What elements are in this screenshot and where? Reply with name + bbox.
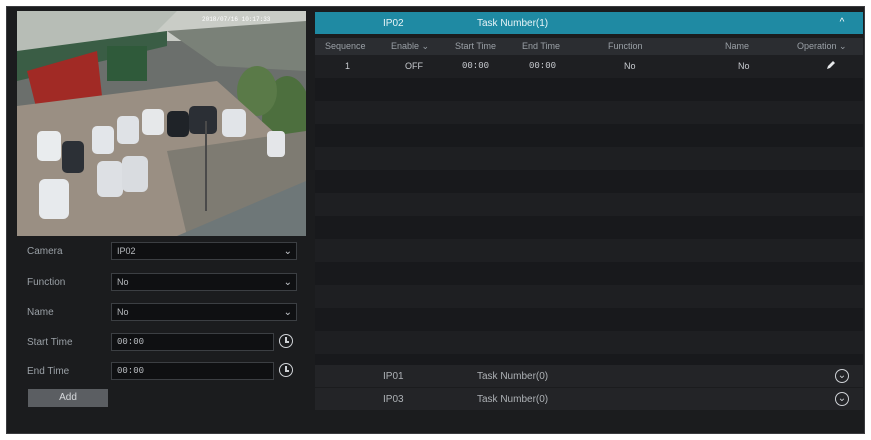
chevron-down-icon: ⌄ <box>421 41 430 51</box>
end-time-label: End Time <box>27 366 70 377</box>
chevron-down-icon: ⌄ <box>839 41 847 51</box>
function-row: Function No ⌄ <box>17 273 306 293</box>
col-enable[interactable]: Enable ⌄ <box>391 41 429 52</box>
group-task-count: Task Number(0) <box>477 371 549 382</box>
table-row-empty <box>315 262 863 285</box>
camera-row: Camera IP02 ⌄ <box>17 242 306 262</box>
col-sequence: Sequence <box>325 41 366 51</box>
col-enable-label: Enable <box>391 41 420 51</box>
group-header-ip03[interactable]: IP03 Task Number(0) ⌄ <box>315 388 863 410</box>
preview-timestamp: 2018/07/16 10:17:33 <box>202 16 271 23</box>
settings-window: 2018/07/16 10:17:33 Camera IP02 ⌄ Functi… <box>6 6 865 434</box>
function-select-value: No <box>117 277 129 287</box>
cell-start-time: 00:00 <box>462 61 490 71</box>
chevron-down-icon[interactable]: ⌄ <box>835 392 849 406</box>
start-time-value: 00:00 <box>117 337 145 347</box>
end-time-input[interactable]: 00:00 <box>111 362 274 380</box>
table-body: 1 OFF 00:00 00:00 No No <box>315 55 863 368</box>
name-row: Name No ⌄ <box>17 303 306 323</box>
cell-sequence: 1 <box>345 61 351 71</box>
camera-label: Camera <box>27 246 63 257</box>
table-row[interactable]: 1 OFF 00:00 00:00 No No <box>315 55 863 78</box>
table-row-empty <box>315 285 863 308</box>
chevron-up-icon[interactable]: ^ <box>835 16 849 30</box>
clock-icon[interactable] <box>279 334 293 348</box>
table-row-empty <box>315 331 863 354</box>
cell-name: No <box>738 61 750 71</box>
table-row-empty <box>315 239 863 262</box>
cell-function: No <box>624 61 636 71</box>
col-name: Name <box>725 41 750 51</box>
group-header-ip01[interactable]: IP01 Task Number(0) ⌄ <box>315 365 863 387</box>
function-label: Function <box>27 277 66 288</box>
table-row-empty <box>315 170 863 193</box>
group-camera: IP01 <box>383 371 404 382</box>
end-time-row: End Time 00:00 <box>17 362 306 382</box>
group-task-count: Task Number(1) <box>477 18 549 29</box>
name-label: Name <box>27 307 54 318</box>
chevron-down-icon: ⌄ <box>283 246 292 257</box>
table-row-empty <box>315 308 863 331</box>
task-table: Sequence Enable ⌄ Start Time End Time Fu… <box>315 38 863 368</box>
col-operation-label: Operation <box>797 41 837 51</box>
camera-select-value: IP02 <box>117 246 136 256</box>
chevron-down-icon: ⌄ <box>283 307 292 318</box>
table-row-empty <box>315 78 863 101</box>
chevron-down-icon: ⌄ <box>283 277 292 288</box>
edit-icon[interactable] <box>826 60 836 70</box>
chevron-down-icon[interactable]: ⌄ <box>835 369 849 383</box>
camera-preview: 2018/07/16 10:17:33 <box>17 11 306 236</box>
camera-select[interactable]: IP02 ⌄ <box>111 242 297 260</box>
end-time-value: 00:00 <box>117 366 145 376</box>
col-end-time: End Time <box>522 41 561 51</box>
table-row-empty <box>315 193 863 216</box>
table-row-empty <box>315 216 863 239</box>
table-row-empty <box>315 101 863 124</box>
clock-icon[interactable] <box>279 363 293 377</box>
start-time-input[interactable]: 00:00 <box>111 333 274 351</box>
name-select-value: No <box>117 307 129 317</box>
group-camera: IP02 <box>383 18 404 29</box>
start-time-label: Start Time <box>27 337 73 348</box>
cell-enable: OFF <box>405 61 423 71</box>
col-operation[interactable]: Operation ⌄ <box>797 41 847 52</box>
table-header: Sequence Enable ⌄ Start Time End Time Fu… <box>315 38 863 55</box>
name-select[interactable]: No ⌄ <box>111 303 297 321</box>
function-select[interactable]: No ⌄ <box>111 273 297 291</box>
table-row-empty <box>315 147 863 170</box>
add-button[interactable]: Add <box>28 389 108 407</box>
group-task-count: Task Number(0) <box>477 394 549 405</box>
group-camera: IP03 <box>383 394 404 405</box>
col-function: Function <box>608 41 643 51</box>
col-start-time: Start Time <box>455 41 497 51</box>
group-header-ip02[interactable]: IP02 Task Number(1) ^ <box>315 12 863 34</box>
cell-end-time: 00:00 <box>529 61 557 71</box>
table-row-empty <box>315 124 863 147</box>
start-time-row: Start Time 00:00 <box>17 333 306 353</box>
parking-lot-image: 2018/07/16 10:17:33 <box>17 11 306 236</box>
